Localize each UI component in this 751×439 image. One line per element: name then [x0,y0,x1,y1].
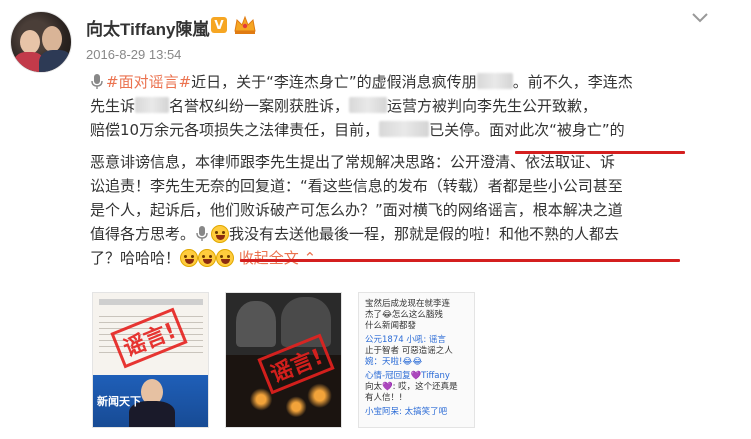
post-text: 赔偿10万余元各项损失之法律责任，目前， [90,121,380,139]
comment-line: 杰了😂怎么这么腦残 [365,310,443,320]
highlight-underline [240,259,680,262]
laughing-emoji-icon [180,249,199,267]
post-line-6: 是个人，起诉后，他们败诉破产可怎么办？”面对横飞的网络谣言，根本解决之道 [90,199,623,221]
avatar-person-1 [20,30,40,54]
post-line-8: 了？哈哈哈！ 收起全文 ⌃ [90,247,316,269]
redacted-text [349,97,388,113]
laughing-emoji-icon [216,249,235,267]
comment-line: 什么新闻都發 [365,321,417,331]
photo-figure [236,301,276,347]
post-text: 名誉权纠纷一案刚获胜诉， [169,97,350,115]
avatar[interactable] [10,11,72,73]
post-text: 讼追责！李先生无奈的回复道：“看这些信息的发布（转载）者都是些小公司甚至 [90,177,623,195]
comment-line: 公元1874 小吼: 谣言 [365,335,446,345]
comment-line: 宝然后成龙现在就李连 [365,299,451,309]
avatar-person-2 [42,26,62,52]
post-text: 是个人，起诉后，他们败诉破产可怎么办？”面对横飞的网络谣言，根本解决之道 [90,201,623,219]
post-text: 近日，关于“李连杰身亡”的虚假消息疯传朋 [191,73,477,91]
comment-line: 向太💜: 哎，这个还真是 [365,382,458,392]
post-text: 运营方被判向李先生公开致歉， [387,97,598,115]
laughing-emoji-icon [211,225,230,243]
chevron-down-icon[interactable] [690,10,710,26]
post-line-7: 值得各方思考。 我没有去送他最後一程，那就是假的啦！和他不熟的人都去 [90,223,619,245]
post-line-5: 讼追责！李先生无奈的回复道：“看这些信息的发布（转载）者都是些小公司甚至 [90,175,623,197]
post-line-1: #面对谣言#近日，关于“李连杰身亡”的虚假消息疯传朋 。前不久，李连杰 [90,71,633,93]
highlight-underline [515,151,685,154]
post-timestamp[interactable]: 2016-8-29 13:54 [86,47,181,62]
crown-icon [234,15,256,34]
collapse-full-text-link[interactable]: 收起全文 [239,249,299,267]
post-text: 值得各方思考。 [90,225,196,243]
post-text: 了？哈哈哈！ [90,249,181,267]
post-text: 先生诉 [90,97,136,115]
hashtag-link[interactable]: #面对谣言# [106,73,191,91]
redacted-text [135,97,170,113]
comment-line: 有人信！! [365,393,403,403]
post-line-4: 恶意诽谤信息，本律师跟李先生提出了常规解决思路：公开澄清、依法取证、诉 [90,151,615,173]
image-thumbnail-2[interactable]: 谣言! [225,292,342,428]
post-text: 已关停。面对此次“被身亡”的 [429,121,625,139]
username[interactable]: 向太Tiffany陳嵐 [86,15,209,40]
news-logo-text: 新闻天下 [97,395,141,408]
laughing-emoji-icon [198,249,217,267]
post-text: 恶意诽谤信息，本律师跟李先生提出了常规解决思路：公开澄清、依法取证、诉 [90,153,616,171]
microphone-icon [196,226,208,241]
redacted-text [476,73,513,89]
collapse-chevron-icon[interactable]: ⌃ [304,249,317,267]
quote-text: 我没有去送他最後一程，那就是假的啦！和他不熟的人都去 [229,225,620,243]
avatar-person-2-body [39,50,71,72]
comment-line: 止于智者 可惡造谣之人 [365,346,453,356]
post-text: 。前不久，李连杰 [512,73,633,91]
post-line-2: 先生诉 名誉权纠纷一案刚获胜诉， 运营方被判向李先生公开致歉， [90,95,597,117]
verified-badge-icon: V [211,17,227,33]
headline-bar [99,299,203,305]
image-thumbnail-1[interactable]: 谣言! 新闻天下 [92,292,209,428]
image-thumbnail-3[interactable]: 宝然后成龙现在就李连 杰了😂怎么这么腦残 什么新闻都發 公元1874 小吼: 谣… [358,292,475,428]
redacted-text [379,121,430,137]
comment-line: 小宝阿呆: 太搞笑了吧 [365,407,448,417]
microphone-icon [91,74,103,89]
post-line-3: 赔偿10万余元各项损失之法律责任，目前， 已关停。面对此次“被身亡”的 [90,119,625,141]
comment-line: 婉：天啦!😂😂 [365,357,423,367]
comment-line: 心情-冠回复💜Tiffany [365,371,450,381]
